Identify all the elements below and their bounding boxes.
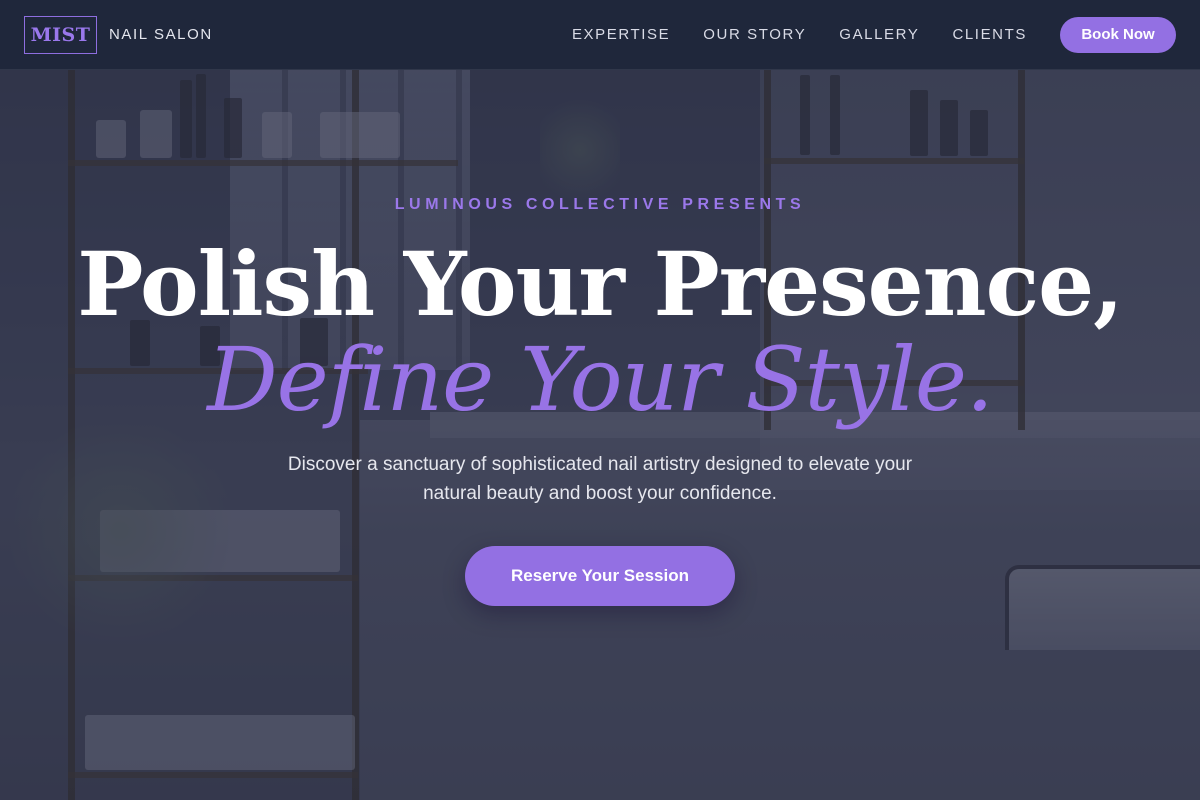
nav-links: EXPERTISE OUR STORY GALLERY CLIENTS xyxy=(572,26,1027,43)
nav-link-our-story[interactable]: OUR STORY xyxy=(703,26,806,43)
hero-description: Discover a sanctuary of sophisticated na… xyxy=(287,454,913,504)
logo[interactable]: MIST xyxy=(24,15,97,54)
hero-headline: Polish Your Presence, xyxy=(77,232,1124,336)
nav-link-gallery[interactable]: GALLERY xyxy=(839,26,919,43)
nav-link-expertise[interactable]: EXPERTISE xyxy=(572,26,670,43)
logo-text: MIST xyxy=(30,23,91,46)
reserve-session-button[interactable]: Reserve Your Session xyxy=(465,546,735,606)
hero-eyebrow: LUMINOUS COLLECTIVE PRESENTS xyxy=(394,196,806,213)
navbar: MIST NAIL SALON EXPERTISE OUR STORY GALL… xyxy=(0,0,1200,70)
book-now-button[interactable]: Book Now xyxy=(1060,16,1176,53)
brand-subtitle: NAIL SALON xyxy=(109,26,213,43)
hero-headline-accent: Define Your Style. xyxy=(207,328,994,431)
hero-section: LUMINOUS COLLECTIVE PRESENTS Polish Your… xyxy=(0,70,1200,800)
nav-link-clients[interactable]: CLIENTS xyxy=(952,26,1027,43)
